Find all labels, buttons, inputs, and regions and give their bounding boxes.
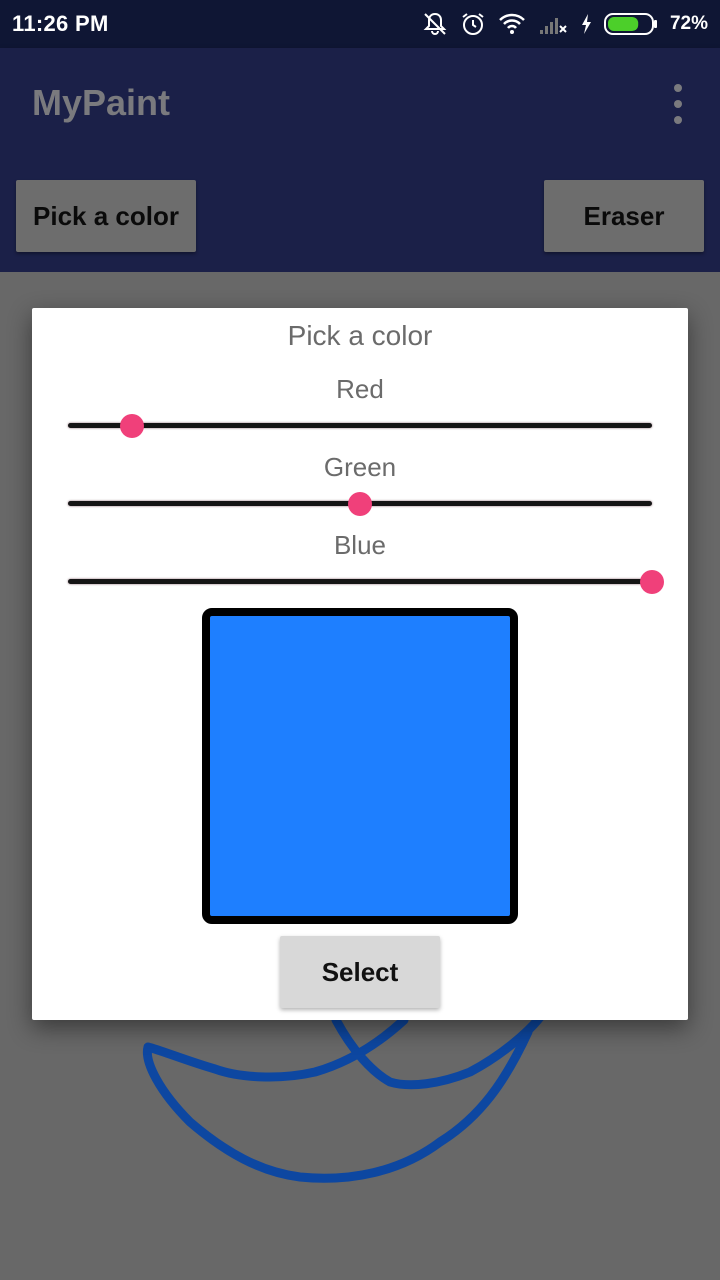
status-icons: 72% — [422, 11, 708, 37]
wifi-icon — [498, 12, 526, 36]
charging-bolt-icon — [580, 13, 592, 35]
dialog-title: Pick a color — [287, 320, 433, 351]
cell-signal-icon — [538, 12, 568, 36]
color-picker-dialog: Pick a color Red Green Blue Select — [32, 308, 688, 1020]
app-bar: MyPaint — [0, 48, 720, 160]
app-title: MyPaint — [32, 82, 171, 123]
slider-thumb[interactable] — [348, 492, 372, 516]
toolbar: Pick a color Eraser — [0, 160, 720, 272]
slider-thumb[interactable] — [120, 414, 145, 438]
blue-label: Blue — [333, 530, 387, 560]
select-button[interactable]: Select — [280, 936, 440, 1008]
green-slider[interactable] — [68, 488, 652, 518]
slider-thumb[interactable] — [640, 570, 664, 594]
green-label: Green — [323, 452, 397, 482]
battery-icon — [603, 12, 658, 36]
alarm-icon — [460, 11, 486, 37]
status-time: 11:26 PM — [12, 11, 109, 36]
bell-off-icon — [422, 11, 448, 37]
overflow-menu-icon[interactable] — [670, 84, 686, 124]
eraser-button[interactable]: Eraser — [544, 180, 704, 252]
slider-track — [68, 579, 652, 584]
red-label: Red — [336, 374, 384, 404]
battery-percent: 72% — [669, 13, 708, 34]
color-preview — [202, 608, 518, 924]
slider-track — [68, 423, 652, 428]
red-slider[interactable] — [68, 410, 652, 440]
pick-color-button[interactable]: Pick a color — [16, 180, 196, 252]
blue-slider[interactable] — [68, 566, 664, 596]
status-bar: 11:26 PM 72% — [0, 0, 720, 48]
